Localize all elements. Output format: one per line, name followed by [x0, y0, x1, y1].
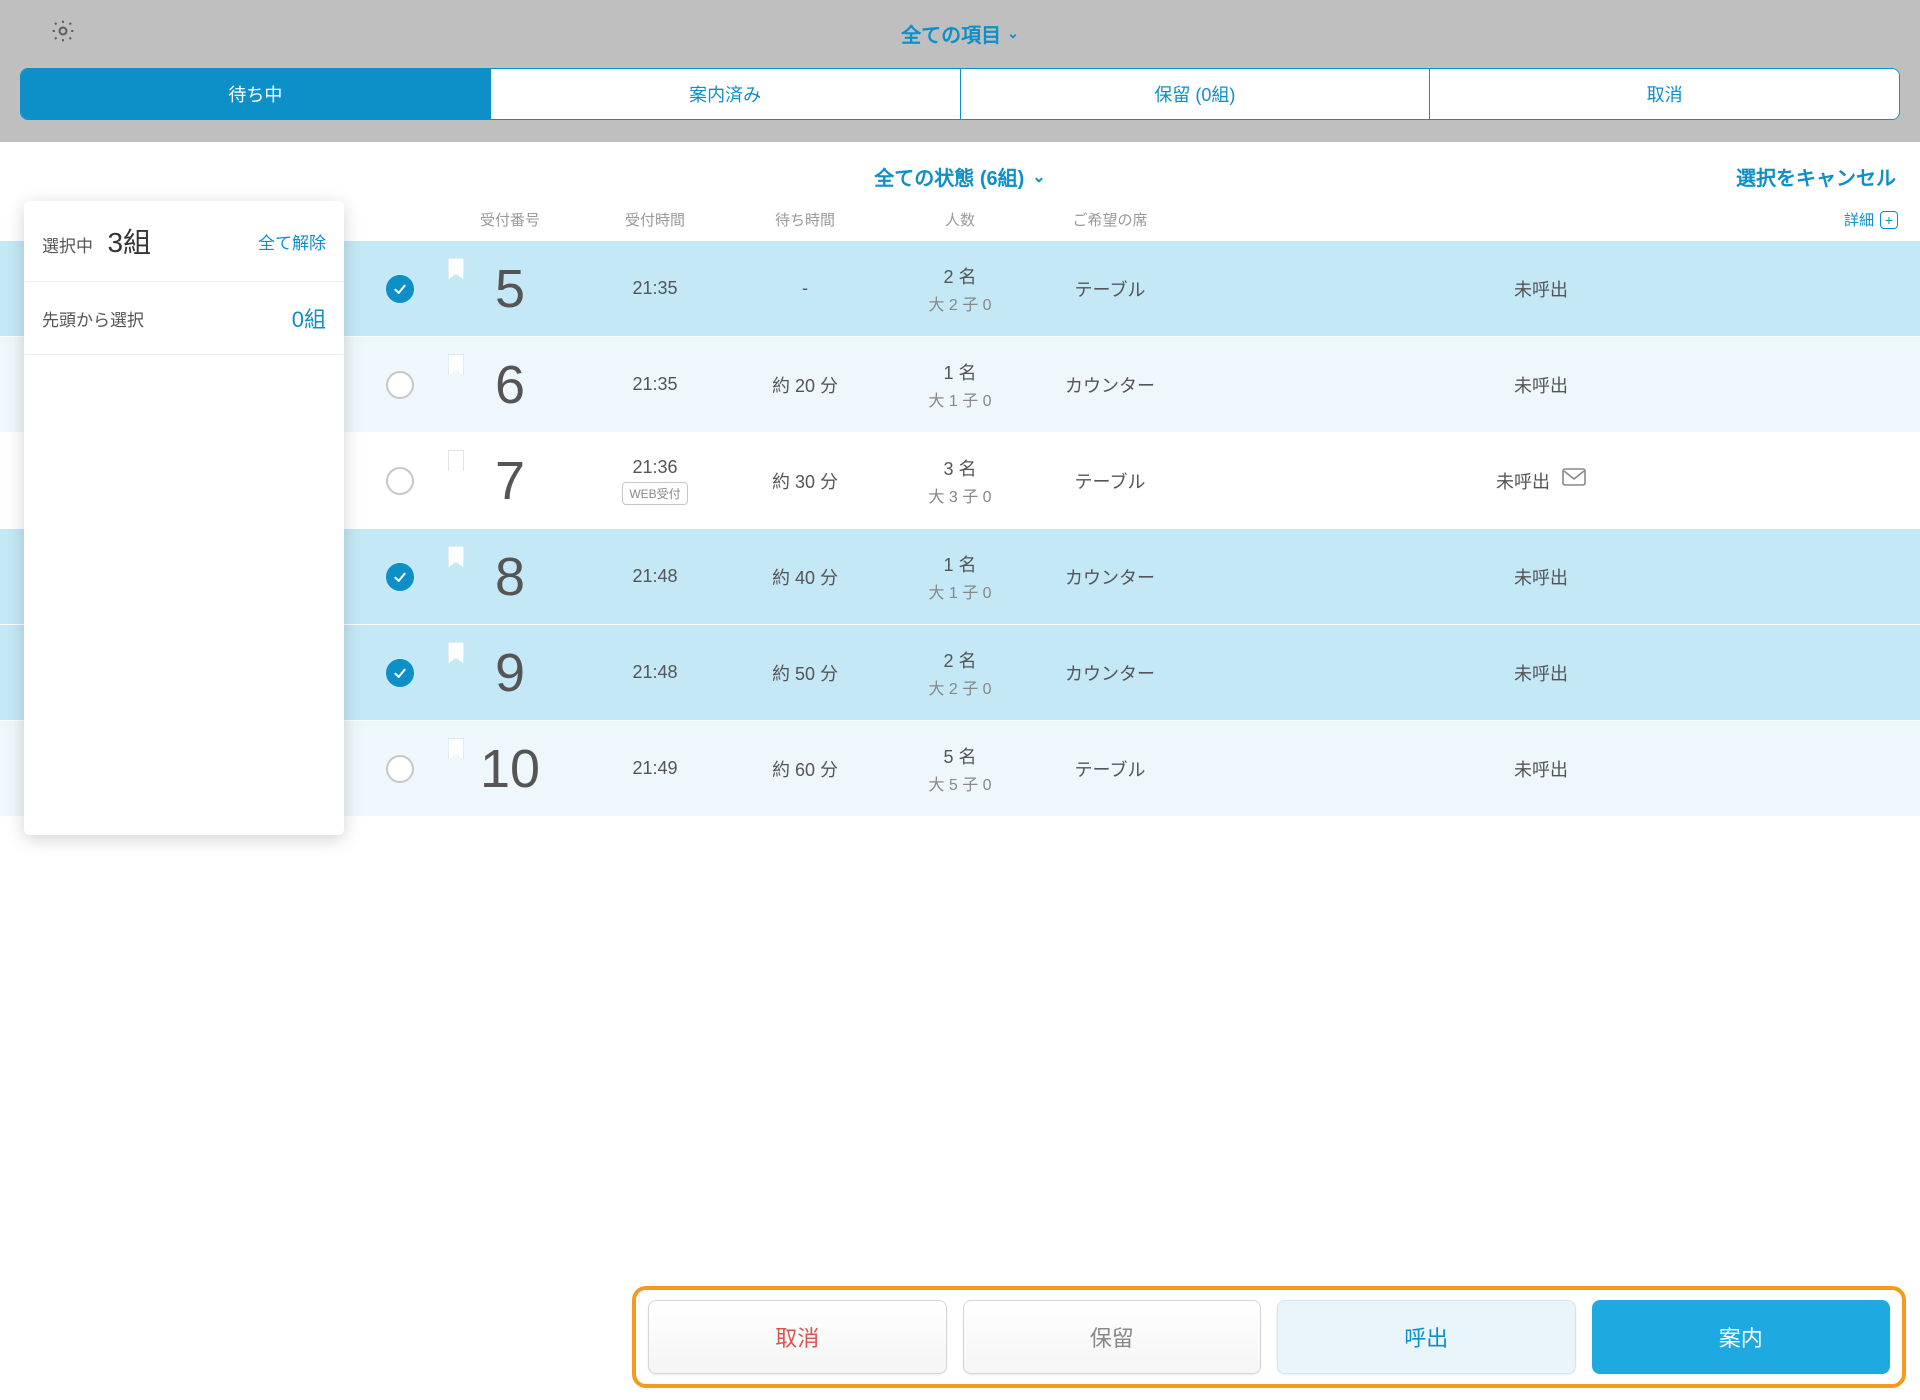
ticket-number: 10	[480, 738, 540, 800]
col-detail[interactable]: 詳細 +	[1180, 209, 1920, 230]
web-badge: WEB受付	[622, 482, 687, 505]
reception-time: 21:49	[580, 758, 730, 779]
wait-time: 約 60 分	[730, 756, 880, 782]
select-from-top-row[interactable]: 先頭から選択 0組	[24, 282, 344, 355]
row-checkbox[interactable]	[386, 467, 414, 495]
row-checkbox[interactable]	[386, 371, 414, 399]
filter-label: 全ての項目	[901, 19, 1001, 48]
chevron-down-icon: ⌄	[1007, 25, 1019, 42]
state-filter-dropdown[interactable]: 全ての状態 (6組) ⌄	[874, 162, 1045, 191]
call-status: 未呼出	[1180, 564, 1920, 590]
seat-pref: テーブル	[1040, 468, 1180, 494]
reception-time: 21:35	[580, 374, 730, 395]
topbar: 全ての項目 ⌄ 待ち中 案内済み 保留 (0組) 取消	[0, 0, 1920, 142]
wait-time: 約 40 分	[730, 564, 880, 590]
wait-time: -	[730, 278, 880, 299]
bookmark-icon	[448, 546, 464, 568]
subheader: 全ての状態 (6組) ⌄ 選択をキャンセル	[0, 142, 1920, 201]
call-button[interactable]: 呼出	[1277, 1300, 1576, 1374]
selecting-label: 選択中	[42, 237, 93, 256]
party-size: 2 名大 2 子 0	[880, 647, 1040, 699]
col-wait: 待ち時間	[730, 209, 880, 230]
bookmark-icon	[448, 642, 464, 664]
row-checkbox[interactable]	[386, 563, 414, 591]
seat-pref: テーブル	[1040, 756, 1180, 782]
guide-button[interactable]: 案内	[1592, 1300, 1891, 1374]
row-checkbox[interactable]	[386, 755, 414, 783]
party-size: 5 名大 5 子 0	[880, 743, 1040, 795]
seat-pref: カウンター	[1040, 660, 1180, 686]
ticket-number: 8	[495, 546, 525, 608]
reception-time: 21:35	[580, 278, 730, 299]
tab-cancel[interactable]: 取消	[1430, 69, 1899, 119]
seat-pref: カウンター	[1040, 372, 1180, 398]
tab-guided[interactable]: 案内済み	[491, 69, 961, 119]
cancel-button[interactable]: 取消	[648, 1300, 947, 1374]
wait-time: 約 30 分	[730, 468, 880, 494]
action-bar-highlight: 取消 保留 呼出 案内	[632, 1286, 1906, 1388]
party-size: 2 名大 2 子 0	[880, 263, 1040, 315]
row-checkbox[interactable]	[386, 659, 414, 687]
row-checkbox[interactable]	[386, 275, 414, 303]
ticket-number: 5	[495, 258, 525, 320]
mail-icon[interactable]	[1562, 468, 1586, 493]
party-size: 1 名大 1 子 0	[880, 359, 1040, 411]
from-top-count: 0組	[292, 302, 326, 334]
chevron-down-icon: ⌄	[1032, 167, 1045, 187]
tab-hold[interactable]: 保留 (0組)	[961, 69, 1431, 119]
cancel-selection-link[interactable]: 選択をキャンセル	[1736, 162, 1896, 191]
seat-pref: カウンター	[1040, 564, 1180, 590]
party-size: 3 名大 3 子 0	[880, 455, 1040, 507]
ticket-number: 6	[495, 354, 525, 416]
plus-icon: +	[1880, 211, 1898, 229]
col-seat: ご希望の席	[1040, 209, 1180, 230]
ticket-number: 7	[495, 450, 525, 512]
queue-table: 選択中 3組 全て解除 先頭から選択 0組 受付番号 受付時間 待ち時間 人数 …	[0, 201, 1920, 816]
call-status: 未呼出	[1180, 660, 1920, 686]
state-filter-label: 全ての状態 (6組)	[874, 162, 1024, 191]
seat-pref: テーブル	[1040, 276, 1180, 302]
reception-time: 21:48	[580, 662, 730, 683]
filter-dropdown[interactable]: 全ての項目 ⌄	[901, 19, 1019, 48]
call-status: 未呼出	[1180, 372, 1920, 398]
call-status: 未呼出	[1180, 468, 1920, 494]
bookmark-icon	[448, 738, 464, 760]
status-tabs: 待ち中 案内済み 保留 (0組) 取消	[20, 68, 1900, 120]
col-number: 受付番号	[440, 209, 580, 230]
wait-time: 約 50 分	[730, 660, 880, 686]
call-status: 未呼出	[1180, 756, 1920, 782]
col-time: 受付時間	[580, 209, 730, 230]
call-status: 未呼出	[1180, 276, 1920, 302]
bookmark-icon	[448, 450, 464, 472]
wait-time: 約 20 分	[730, 372, 880, 398]
bookmark-icon	[448, 354, 464, 376]
ticket-number: 9	[495, 642, 525, 704]
selection-panel: 選択中 3組 全て解除 先頭から選択 0組	[24, 201, 344, 835]
party-size: 1 名大 1 子 0	[880, 551, 1040, 603]
clear-all-link[interactable]: 全て解除	[258, 229, 326, 254]
gear-icon[interactable]	[50, 18, 76, 44]
reception-time: 21:36WEB受付	[580, 457, 730, 505]
selecting-count: 3組	[107, 227, 151, 258]
bookmark-icon	[448, 258, 464, 280]
tab-waiting[interactable]: 待ち中	[21, 69, 491, 119]
col-people: 人数	[880, 209, 1040, 230]
hold-button[interactable]: 保留	[963, 1300, 1262, 1374]
reception-time: 21:48	[580, 566, 730, 587]
from-top-label: 先頭から選択	[42, 306, 144, 331]
